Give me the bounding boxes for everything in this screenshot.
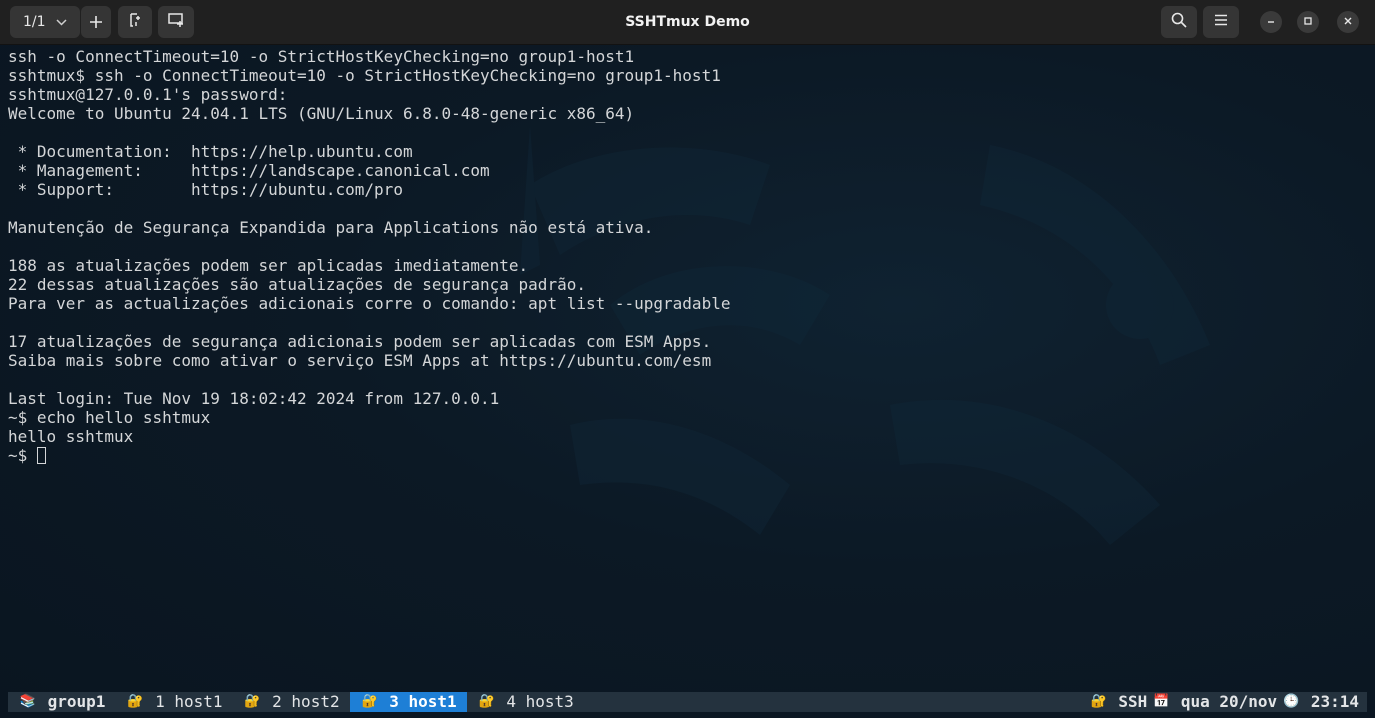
- detach-tab-button[interactable]: [118, 6, 152, 38]
- session-indicator[interactable]: 📚 group1: [8, 692, 125, 712]
- tmux-window-label: 2 host2: [272, 692, 340, 711]
- ssh-indicator: 🔐 SSH: [1085, 692, 1148, 712]
- terminal-line: Saiba mais sobre como ativar o serviço E…: [8, 351, 712, 370]
- date-indicator: 📅 qua 20/nov: [1147, 692, 1277, 712]
- menu-button[interactable]: [1203, 6, 1239, 38]
- tmux-window-tab[interactable]: 🔐 1 host1: [125, 692, 242, 712]
- terminal-line: hello sshtmux: [8, 427, 134, 446]
- lock-icon: 🔐: [244, 694, 261, 709]
- session-name: group1: [47, 692, 106, 711]
- new-window-button[interactable]: [158, 6, 194, 38]
- lock-icon: 🔐: [361, 694, 378, 709]
- terminal-line: 22 dessas atualizações são atualizações …: [8, 275, 586, 294]
- detach-tab-icon: [128, 12, 142, 32]
- tmux-status-bar: 📚 group1 🔐 1 host1 🔐 2 host2 🔐 3 host1 🔐 4 …: [8, 692, 1367, 712]
- close-icon: [1343, 16, 1353, 29]
- terminal-line: sshtmux$ ssh -o ConnectTimeout=10 -o Str…: [8, 66, 721, 85]
- plus-icon: [89, 10, 103, 34]
- shell-prompt: ~$: [8, 446, 28, 465]
- tmux-window-label: 1 host1: [155, 692, 223, 711]
- terminal-line: * Documentation: https://help.ubuntu.com: [8, 142, 413, 161]
- status-left: 📚 group1 🔐 1 host1 🔐 2 host2 🔐 3 host1 🔐 4 …: [8, 692, 594, 712]
- search-icon: [1171, 12, 1187, 32]
- terminal-output: ssh -o ConnectTimeout=10 -o StrictHostKe…: [8, 47, 730, 465]
- chevron-down-icon: [56, 16, 67, 29]
- search-button[interactable]: [1161, 6, 1197, 38]
- lock-icon: 🔐: [1090, 694, 1107, 709]
- ssh-label: SSH: [1118, 692, 1148, 711]
- prompt-line[interactable]: ~$: [8, 446, 730, 465]
- tab-counter: 1/1: [23, 14, 46, 30]
- terminal-line: Manutenção de Segurança Expandida para A…: [8, 218, 654, 237]
- terminal-line: Para ver as actualizações adicionais cor…: [8, 294, 731, 313]
- maximize-button[interactable]: [1297, 11, 1319, 33]
- close-button[interactable]: [1337, 11, 1359, 33]
- books-icon: 📚: [19, 694, 37, 709]
- terminal-line: ~$ echo hello sshtmux: [8, 408, 211, 427]
- tmux-window-tab[interactable]: 🔐 2 host2: [243, 692, 360, 712]
- calendar-icon: 📅: [1153, 694, 1170, 709]
- terminal-line: ssh -o ConnectTimeout=10 -o StrictHostKe…: [8, 47, 635, 66]
- terminal-line: 17 atualizações de segurança adicionais …: [8, 332, 712, 351]
- terminal-line: Welcome to Ubuntu 24.04.1 LTS (GNU/Linux…: [8, 104, 635, 123]
- terminal-line: * Support: https://ubuntu.com/pro: [8, 180, 403, 199]
- minimize-icon: [1266, 16, 1276, 29]
- terminal-window: 1/1 SSHTmux Demo ssh -o ConnectTimeout=1…: [0, 0, 1375, 718]
- tab-selector-button[interactable]: 1/1: [10, 6, 80, 38]
- date-text: qua 20/nov: [1180, 692, 1278, 711]
- new-tab-button[interactable]: [81, 6, 111, 38]
- terminal-line: sshtmux@127.0.0.1's password:: [8, 85, 288, 104]
- lock-icon: 🔐: [127, 694, 144, 709]
- time-indicator: 🕒 23:14: [1277, 692, 1359, 712]
- terminal-line: Last login: Tue Nov 19 18:02:42 2024 fro…: [8, 389, 500, 408]
- new-window-icon: [168, 13, 184, 31]
- tmux-window-label: 4 host3: [506, 692, 574, 711]
- terminal-line: 188 as atualizações podem ser aplicadas …: [8, 256, 529, 275]
- lock-icon: 🔐: [478, 694, 495, 709]
- time-text: 23:14: [1310, 692, 1359, 711]
- terminal-line: * Management: https://landscape.canonica…: [8, 161, 490, 180]
- terminal-area[interactable]: ssh -o ConnectTimeout=10 -o StrictHostKe…: [0, 45, 1375, 718]
- tmux-window-tab[interactable]: 🔐 4 host3: [477, 692, 594, 712]
- titlebar: 1/1 SSHTmux Demo: [0, 0, 1375, 45]
- text-cursor: [37, 447, 47, 464]
- tmux-window-tab[interactable]: 🔐 3 host1: [349, 692, 467, 712]
- status-right: 🔐 SSH 📅 qua 20/nov 🕒 23:14: [1085, 692, 1359, 712]
- clock-icon: 🕒: [1283, 694, 1300, 709]
- hamburger-menu-icon: [1214, 14, 1228, 30]
- tmux-window-label: 3 host1: [389, 692, 457, 711]
- minimize-button[interactable]: [1260, 11, 1282, 33]
- maximize-icon: [1303, 16, 1313, 29]
